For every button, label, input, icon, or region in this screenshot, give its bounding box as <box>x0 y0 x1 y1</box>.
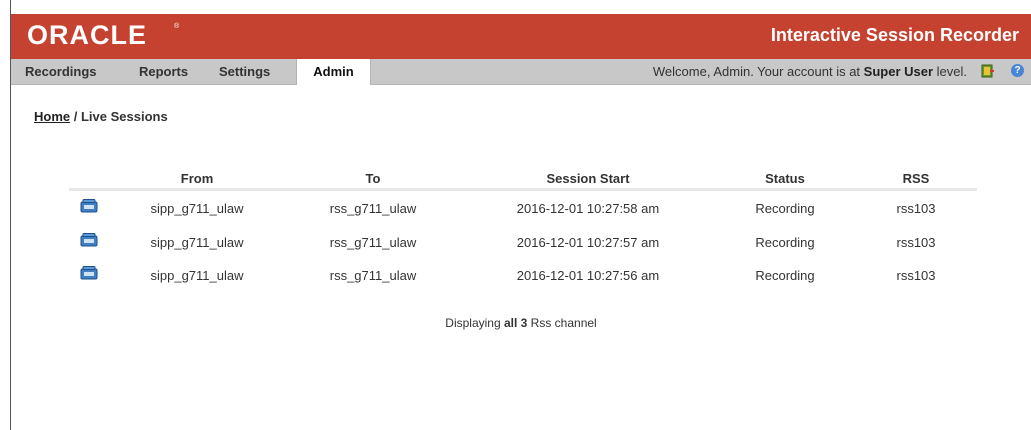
cell-from: sipp_g711_ulaw <box>150 235 244 250</box>
table-header-row: From To Session Start Status RSS <box>69 168 977 191</box>
cell-rss: rss103 <box>896 201 936 216</box>
cell-session-start: 2016-12-01 10:27:58 am <box>516 201 660 216</box>
header-icon-col <box>69 168 109 191</box>
logo-trademark: ® <box>174 23 180 30</box>
row-icon-cell <box>69 190 109 227</box>
cell-to: rss_g711_ulaw <box>329 235 417 250</box>
summary-prefix: Displaying <box>445 316 504 330</box>
tab-settings[interactable]: Settings <box>219 59 270 84</box>
pagination-summary: Displaying all 3 Rss channel <box>11 316 1031 330</box>
oracle-logo: ORACLE <box>27 20 147 50</box>
live-sessions-table: From To Session Start Status RSS sipp_g7… <box>69 168 977 292</box>
nav-bar: Recordings Reports Settings Admin Welcom… <box>11 59 1031 85</box>
header-from: From <box>109 168 285 191</box>
welcome-suffix: level. <box>933 64 967 79</box>
cell-status: Recording <box>755 268 815 283</box>
tab-recordings[interactable]: Recordings <box>25 59 97 84</box>
table-row: sipp_g711_ulaw rss_g711_ulaw 2016-12-01 … <box>69 190 977 227</box>
breadcrumb-separator: / <box>70 109 81 124</box>
cell-status: Recording <box>755 235 815 250</box>
account-level: Super User <box>863 64 934 79</box>
cell-session-start: 2016-12-01 10:27:57 am <box>516 235 660 250</box>
header-status: Status <box>715 168 855 191</box>
welcome-prefix: Welcome, Admin. Your account is at <box>652 64 864 79</box>
logout-door-icon[interactable] <box>981 64 995 78</box>
phone-icon[interactable] <box>80 199 98 213</box>
phone-icon[interactable] <box>80 266 98 280</box>
tab-reports[interactable]: Reports <box>139 59 188 84</box>
header-to: To <box>285 168 461 191</box>
cell-session-start: 2016-12-01 10:27:56 am <box>516 268 660 283</box>
breadcrumb: Home / Live Sessions <box>34 109 168 124</box>
cell-rss: rss103 <box>896 235 936 250</box>
cell-status: Recording <box>755 201 815 216</box>
app-title: Interactive Session Recorder <box>770 25 1019 45</box>
header-bar: ORACLE ® Interactive Session Recorder <box>11 14 1031 59</box>
header-rss: RSS <box>855 168 977 191</box>
breadcrumb-current: Live Sessions <box>80 109 168 124</box>
header-session-start: Session Start <box>461 168 715 191</box>
cell-to: rss_g711_ulaw <box>329 268 417 283</box>
cell-to: rss_g711_ulaw <box>329 201 417 216</box>
summary-count: all 3 <box>503 316 528 330</box>
help-icon[interactable]: ? <box>1011 64 1024 77</box>
row-icon-cell <box>69 259 109 292</box>
welcome-message: Welcome, Admin. Your account is at Super… <box>653 59 967 84</box>
tab-admin[interactable]: Admin <box>296 59 371 85</box>
cell-from: sipp_g711_ulaw <box>150 201 244 216</box>
app-frame: ORACLE ® Interactive Session Recorder Re… <box>10 0 1031 430</box>
breadcrumb-home-link[interactable]: Home <box>34 109 70 124</box>
summary-suffix: Rss channel <box>527 316 597 330</box>
phone-icon[interactable] <box>80 233 98 247</box>
row-icon-cell <box>69 226 109 259</box>
table-row: sipp_g711_ulaw rss_g711_ulaw 2016-12-01 … <box>69 259 977 292</box>
cell-rss: rss103 <box>896 268 936 283</box>
cell-from: sipp_g711_ulaw <box>150 268 244 283</box>
table-row: sipp_g711_ulaw rss_g711_ulaw 2016-12-01 … <box>69 226 977 259</box>
